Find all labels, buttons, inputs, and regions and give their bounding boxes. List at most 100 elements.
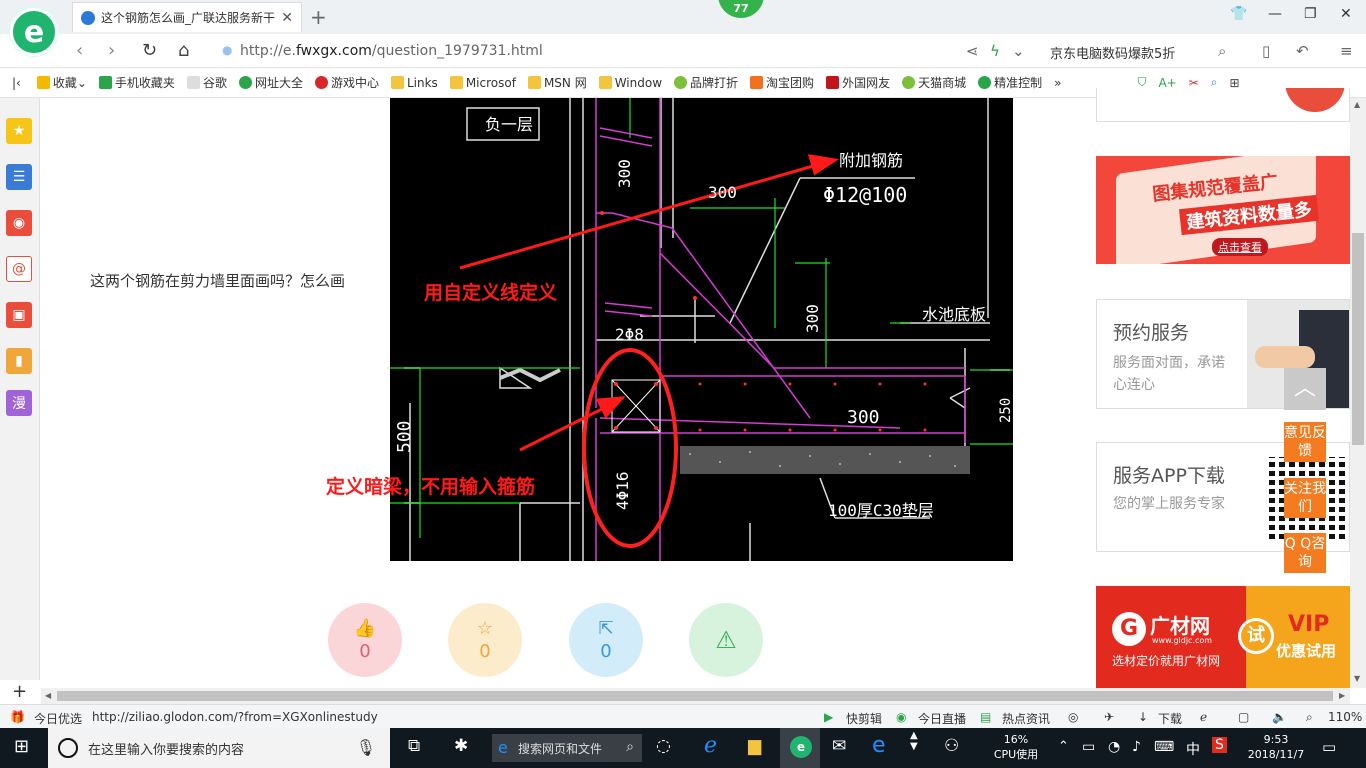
undo-icon[interactable]: ↶: [1296, 42, 1309, 60]
download-link[interactable]: 下载: [1158, 710, 1182, 727]
share-button[interactable]: ⇱ 0: [569, 603, 643, 677]
horizontal-scrollbar[interactable]: ◀ ▶: [41, 688, 1350, 704]
favorite-button[interactable]: ☆ 0: [448, 603, 522, 677]
bookmark-item[interactable]: 精准控制: [978, 74, 1042, 91]
bookmark-item[interactable]: Microsof: [449, 76, 516, 90]
horizontal-scroll-thumb[interactable]: [57, 691, 1333, 701]
vertical-scrollbar[interactable]: ▲ ▼: [1350, 98, 1366, 688]
quick-clip-link[interactable]: 快剪辑: [846, 710, 882, 727]
edge-icon[interactable]: e: [872, 733, 886, 758]
book-icon[interactable]: ▮: [6, 348, 32, 374]
bookmark-item[interactable]: Links: [390, 76, 438, 90]
game-controller-icon[interactable]: ▣: [6, 302, 32, 328]
qq-consult-button[interactable]: Q Q咨询: [1284, 533, 1326, 573]
microphone-icon[interactable]: 🎙: [356, 738, 376, 757]
vertical-scroll-thumb[interactable]: [1352, 233, 1364, 445]
news-icon[interactable]: ☰: [6, 164, 32, 190]
ie-mode-icon[interactable]: ℯ: [1200, 710, 1207, 724]
home-icon[interactable]: ⌂: [178, 40, 189, 61]
bookmark-item[interactable]: 天猫商城: [902, 74, 966, 91]
url-field[interactable]: http://e.fwxgx.com/question_1979731.html: [240, 43, 543, 59]
follow-us-button[interactable]: 关注我们: [1284, 478, 1326, 518]
browser-360-icon[interactable]: ◌: [656, 736, 671, 756]
people-icon[interactable]: ⚇: [944, 736, 959, 756]
hot-search-text[interactable]: 京东电脑数码爆款5折: [1050, 43, 1175, 62]
pinwheel-icon[interactable]: ✱: [454, 736, 468, 756]
bookmark-item[interactable]: 品牌打折: [674, 74, 738, 91]
lightning-icon[interactable]: ϟ: [990, 42, 1000, 60]
clock[interactable]: 9:53 2018/11/7: [1236, 732, 1316, 762]
share-page-icon[interactable]: ⋖: [966, 42, 979, 60]
weibo-icon[interactable]: ◉: [6, 210, 32, 236]
promo-cta-button[interactable]: 点击查看: [1212, 238, 1268, 256]
sogou-icon[interactable]: S: [1212, 737, 1227, 753]
web-search-box[interactable]: e 搜索网页和文件 ⌕: [492, 734, 642, 762]
taskbar-scroll-icon[interactable]: ▲ ▼: [910, 730, 918, 752]
bookmark-item[interactable]: 谷歌: [186, 74, 227, 91]
live-link[interactable]: 今日直播: [918, 710, 966, 727]
file-explorer-icon[interactable]: ▆: [748, 736, 761, 756]
close-window-icon[interactable]: ✕: [1340, 6, 1352, 22]
back-icon[interactable]: ‹: [76, 40, 83, 61]
skin-icon[interactable]: 👕: [1230, 6, 1247, 22]
windows-start-icon[interactable]: ⊞: [14, 736, 29, 757]
new-tab-icon[interactable]: +: [310, 5, 327, 29]
sidebar-toggle-icon[interactable]: |‹: [12, 76, 21, 90]
top-card-fragment[interactable]: [1096, 88, 1350, 122]
mail-icon[interactable]: @: [6, 256, 32, 282]
volume-icon[interactable]: ♪: [1132, 739, 1141, 755]
bookmark-item[interactable]: MSN 网: [527, 74, 587, 91]
bookmark-item[interactable]: 游戏中心: [314, 74, 379, 91]
forward-icon[interactable]: ›: [108, 40, 115, 61]
bookmark-item[interactable]: Window: [598, 76, 662, 90]
like-button[interactable]: 👍 0: [328, 603, 402, 677]
add-sidebar-icon[interactable]: +: [12, 681, 27, 702]
mail-icon[interactable]: ✉: [832, 736, 846, 756]
bookmark-item[interactable]: 淘宝团购: [750, 74, 814, 91]
bookmark-item[interactable]: 外国网友: [826, 74, 890, 91]
internet-explorer-icon[interactable]: ℯ: [704, 733, 717, 758]
promo-banner-atlas[interactable]: 图集规范覆盖广 建筑资料数量多 点击查看: [1096, 156, 1350, 264]
phone-icon[interactable]: ▯: [1262, 42, 1270, 60]
gift-icon[interactable]: 🎁: [10, 710, 25, 724]
maximize-icon[interactable]: ❐: [1304, 6, 1317, 22]
bookmark-item[interactable]: 网址大全: [238, 74, 303, 91]
zoom-icon[interactable]: ⌕: [1306, 710, 1313, 725]
task-view-icon[interactable]: ⧉: [408, 736, 420, 756]
more-bookmarks-icon[interactable]: »: [1054, 76, 1061, 90]
score-badge[interactable]: 77: [718, 0, 764, 18]
taskbar-search-box[interactable]: 在这里输入你要搜索的内容 🎙: [48, 728, 390, 768]
report-button[interactable]: ⚠: [689, 603, 763, 677]
accelerate-icon[interactable]: ◎: [1068, 710, 1078, 724]
search-icon[interactable]: ⌕: [1218, 42, 1226, 60]
refresh-icon[interactable]: ↻: [142, 40, 157, 61]
hot-news-link[interactable]: 热点资讯: [1002, 710, 1050, 727]
feedback-button[interactable]: 意见反馈: [1284, 422, 1326, 462]
favorites-star-icon[interactable]: ★: [6, 118, 32, 144]
notification-icon[interactable]: ▭: [1322, 738, 1336, 756]
promo-banner-gldjc[interactable]: G 广材网 www.gldjc.com 选材定价就用广材网 试 VIP 优惠试用: [1096, 586, 1350, 688]
sound-icon[interactable]: 🔈: [1272, 710, 1287, 724]
dropdown-icon[interactable]: ⌄: [1012, 42, 1025, 60]
zoom-level[interactable]: 110%: [1328, 710, 1362, 724]
battery-icon[interactable]: ▭: [1082, 739, 1095, 755]
minimize-icon[interactable]: —: [1268, 6, 1282, 22]
bookmark-item[interactable]: 手机收藏夹: [98, 74, 175, 91]
window-icon[interactable]: ▢: [1238, 710, 1249, 724]
bookmark-favorites[interactable]: 收藏 ⌄: [36, 74, 87, 91]
close-tab-icon[interactable]: ✕: [281, 10, 293, 26]
keyboard-icon[interactable]: ⌨: [1154, 739, 1174, 755]
back-to-top-button[interactable]: ︿: [1284, 368, 1326, 410]
today-picks-link[interactable]: 今日优选: [34, 710, 82, 727]
security-icon[interactable]: ●: [222, 43, 232, 57]
active-browser-task[interactable]: e: [780, 728, 820, 768]
comic-icon[interactable]: 漫: [6, 390, 32, 416]
ime-indicator[interactable]: 中: [1186, 739, 1200, 759]
browser-tab[interactable]: 这个钢筋怎么画_广联达服务新干 ✕: [72, 2, 302, 32]
pin-icon[interactable]: ✈: [1104, 710, 1114, 724]
menu-icon[interactable]: ≡: [1340, 42, 1353, 60]
tray-expand-icon[interactable]: ⌃: [1058, 739, 1069, 754]
wifi-icon[interactable]: ◔: [1108, 739, 1120, 755]
cpu-usage[interactable]: 16% CPU使用: [988, 732, 1044, 762]
browser-logo[interactable]: e: [10, 8, 58, 56]
